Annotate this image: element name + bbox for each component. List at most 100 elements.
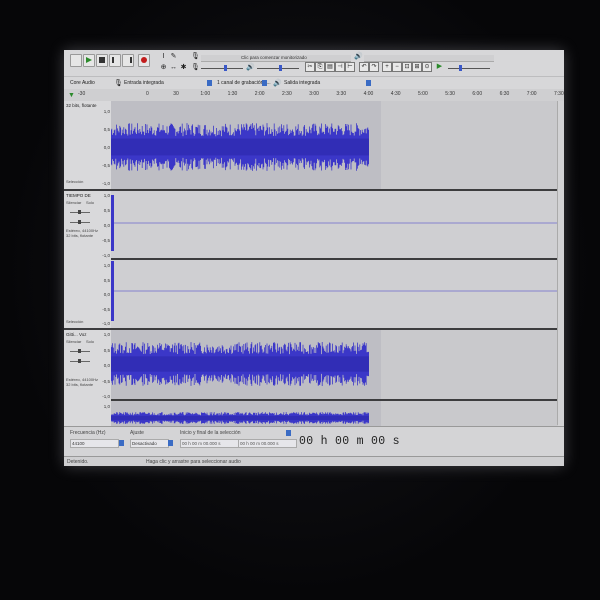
trim-icon[interactable]: ⊣ — [335, 62, 345, 72]
scale-label: 0,0 — [103, 363, 110, 368]
ruler-label: 2:30 — [282, 91, 292, 97]
record-volume-thumb[interactable] — [224, 65, 227, 71]
speaker-icon: 🔊 — [354, 53, 363, 60]
copy-icon[interactable]: ⎘ — [315, 62, 325, 72]
scale-label: -1,0 — [102, 321, 110, 326]
track-2-control-panel[interactable]: TIEMPO DE Silenciar Solo Estéreo, 44100H… — [64, 191, 99, 328]
track-2-name[interactable]: TIEMPO DE — [66, 193, 91, 198]
scale-label: -1,0 — [102, 181, 110, 186]
track-1-control-panel[interactable]: 32 bits, flotante Selección — [64, 101, 99, 189]
audio-host-select[interactable]: Core Audio — [70, 79, 95, 87]
record-volume-slider[interactable] — [201, 68, 243, 69]
record-meter[interactable]: Clic para comenzar monitorizado — [201, 55, 351, 62]
fit-selection-icon[interactable]: ⊡ — [402, 62, 412, 72]
redo-icon[interactable]: ↷ — [369, 62, 379, 72]
pin-icon[interactable]: ▼ — [68, 92, 75, 99]
mic-icon: 🎙 — [191, 53, 200, 60]
output-device-select[interactable]: Salida integrada — [284, 79, 320, 87]
audacity-window: I ✎ ⊕ ↔ ✱ 🎙 Clic para comenzar monitoriz… — [64, 50, 564, 466]
fit-project-icon[interactable]: ⊞ — [412, 62, 422, 72]
waveform-core — [111, 138, 369, 156]
track-3-mute-button[interactable]: Silenciar — [66, 339, 81, 344]
scale-label: 0,0 — [103, 223, 110, 228]
paste-icon[interactable]: ▤ — [325, 62, 335, 72]
ruler-label: -30 — [78, 91, 86, 97]
vertical-scrollbar[interactable] — [557, 101, 564, 425]
cut-icon[interactable]: ✂ — [305, 62, 315, 72]
track-3-name[interactable]: Gitti... Voz — [66, 332, 87, 337]
stop-button[interactable] — [96, 54, 108, 67]
selection-start-field[interactable]: 00 h 00 m 00.000 s — [180, 439, 239, 448]
timeshift-tool-icon[interactable]: ↔ — [170, 64, 177, 71]
track-3-control-panel[interactable]: Gitti... Voz Silenciar Solo Estéreo, 441… — [64, 330, 99, 426]
playback-meter[interactable] — [364, 55, 494, 62]
channels-dropdown-icon[interactable] — [262, 80, 267, 86]
ruler-label: 1:00 — [200, 91, 211, 97]
play-speed-thumb[interactable] — [459, 65, 462, 71]
input-device-select[interactable]: Entrada integrada — [124, 79, 164, 87]
skip-start-button[interactable] — [109, 54, 121, 67]
track-3-gain-thumb[interactable] — [78, 349, 81, 353]
input-dropdown-icon[interactable] — [207, 80, 212, 86]
project-rate-select[interactable]: 44100 — [70, 439, 119, 448]
project-rate-dropdown-icon[interactable] — [119, 440, 124, 446]
track-1-format: 32 bits, flotante — [66, 103, 97, 108]
scale-label: -0,5 — [102, 378, 110, 384]
scale-label: -0,5 — [102, 238, 110, 243]
snap-select[interactable]: Desactivado — [130, 439, 169, 448]
envelope-tool-icon[interactable]: ✎ — [170, 53, 177, 60]
play-icon — [86, 57, 92, 63]
ruler-label: 6:00 — [472, 91, 483, 97]
zoom-in-icon[interactable]: + — [382, 62, 392, 72]
multi-tool-icon[interactable]: ✱ — [180, 64, 187, 71]
track-3-pan-thumb[interactable] — [78, 359, 81, 363]
track-3-waveform[interactable] — [111, 330, 558, 426]
pause-button[interactable] — [70, 54, 82, 67]
track-1-scale: 1,0 0,5 0,0 -0,5 -1,0 — [98, 101, 112, 189]
scale-label: 0,5 — [103, 277, 110, 283]
track-2-pan-thumb[interactable] — [78, 220, 81, 224]
audio-position-display[interactable]: 00 h 00 m 00 s — [299, 435, 400, 448]
track-2-solo-button[interactable]: Solo — [86, 200, 94, 205]
play-at-speed-icon[interactable]: ▶ — [436, 63, 443, 70]
track-2-waveform[interactable] — [111, 191, 558, 328]
playback-volume-thumb[interactable] — [279, 65, 282, 71]
scale-label: 0,5 — [103, 347, 110, 353]
zoom-toggle-icon[interactable]: ⊙ — [422, 62, 432, 72]
audio-track-3: Gitti... Voz Silenciar Solo Estéreo, 441… — [64, 330, 558, 426]
track-1-waveform[interactable] — [111, 101, 558, 189]
zoom-out-icon[interactable]: − — [392, 62, 402, 72]
track-3-info-format: 32 bits, flotante — [66, 382, 94, 387]
scale-label: 0,0 — [103, 145, 110, 150]
selection-mode-dropdown-icon[interactable] — [286, 430, 291, 436]
status-hint: Haga clic y arrastre para seleccionar au… — [146, 459, 241, 465]
scale-label: -1,0 — [102, 253, 110, 258]
zoom-tool-icon[interactable]: ⊕ — [160, 64, 167, 71]
skip-end-icon — [125, 57, 132, 63]
track-2-gain-thumb[interactable] — [78, 210, 81, 214]
ruler-label: 5:30 — [445, 91, 455, 97]
skip-end-button[interactable] — [122, 54, 134, 67]
undo-icon[interactable]: ↶ — [359, 62, 369, 72]
waveform-core — [111, 356, 369, 372]
track-2-select-button[interactable]: Selección — [66, 319, 83, 324]
output-dropdown-icon[interactable] — [366, 80, 371, 86]
playback-volume-slider[interactable] — [257, 68, 299, 69]
play-button[interactable] — [83, 54, 95, 67]
play-speed-slider[interactable] — [448, 68, 490, 69]
monitor: I ✎ ⊕ ↔ ✱ 🎙 Clic para comenzar monitoriz… — [0, 0, 600, 600]
snap-dropdown-icon[interactable] — [168, 440, 173, 446]
track-1-select-button[interactable]: Selección — [66, 179, 83, 184]
selection-tool-icon[interactable]: I — [160, 53, 167, 60]
silence-icon[interactable]: ⊢ — [345, 62, 355, 72]
record-icon — [141, 57, 147, 63]
ruler-label: 4:00 — [363, 91, 374, 97]
scale-label: -0,5 — [102, 306, 110, 312]
snap-label: Ajuste — [130, 430, 144, 436]
selection-end-field[interactable]: 00 h 00 m 00.000 s — [238, 439, 297, 448]
track-2-mute-button[interactable]: Silenciar — [66, 200, 81, 205]
record-button[interactable] — [138, 54, 150, 67]
waveform-blip — [111, 261, 114, 321]
track-3-solo-button[interactable]: Solo — [86, 339, 94, 344]
scale-label: -0,5 — [102, 163, 110, 168]
